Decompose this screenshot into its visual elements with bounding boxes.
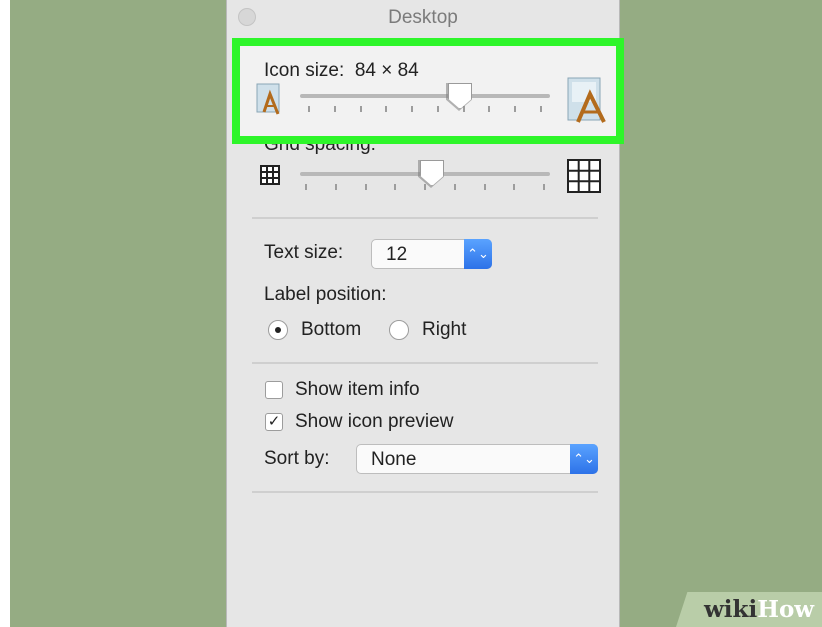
icon-size-label: Icon size: 84 × 84 bbox=[264, 60, 419, 81]
large-app-icon bbox=[567, 77, 606, 123]
wikihow-logo: wikiHow bbox=[704, 596, 815, 623]
icon-size-value: 84 × 84 bbox=[354, 60, 419, 81]
show-icon-preview-label: Show icon preview bbox=[295, 411, 454, 432]
icon-size-ticks bbox=[308, 106, 542, 112]
separator-3 bbox=[252, 491, 598, 493]
separator-1 bbox=[252, 217, 598, 219]
show-icon-preview-checkbox[interactable]: ✓ bbox=[265, 413, 283, 431]
sort-by-value: None bbox=[371, 449, 417, 470]
chevron-updown-icon: ⌃⌄ bbox=[570, 444, 598, 474]
titlebar: Desktop bbox=[227, 0, 619, 38]
radio-right[interactable] bbox=[389, 320, 409, 340]
label-position-label: Label position: bbox=[264, 284, 387, 305]
text-size-label: Text size: bbox=[264, 242, 344, 263]
show-item-info-checkbox[interactable] bbox=[265, 381, 283, 399]
show-item-info-label: Show item info bbox=[295, 379, 420, 400]
radio-right-label: Right bbox=[422, 319, 467, 340]
text-size-select[interactable]: 12 ⌃⌄ bbox=[371, 239, 492, 269]
radio-bottom-label: Bottom bbox=[301, 319, 362, 340]
radio-bottom[interactable] bbox=[268, 320, 288, 340]
text-size-value: 12 bbox=[386, 244, 408, 265]
grid-spacing-ticks bbox=[305, 184, 545, 190]
checkmark-icon: ✓ bbox=[267, 413, 281, 430]
small-app-icon bbox=[256, 83, 280, 115]
chevron-updown-icon: ⌃⌄ bbox=[464, 239, 492, 269]
radio-selected-dot bbox=[275, 327, 281, 333]
window-title: Desktop bbox=[388, 7, 458, 28]
separator-2 bbox=[252, 362, 598, 364]
sort-by-label: Sort by: bbox=[264, 448, 330, 469]
sort-by-select[interactable]: None ⌃⌄ bbox=[356, 444, 598, 474]
icon-size-track bbox=[300, 94, 550, 98]
large-grid-icon bbox=[567, 159, 601, 193]
small-grid-icon bbox=[260, 165, 280, 185]
